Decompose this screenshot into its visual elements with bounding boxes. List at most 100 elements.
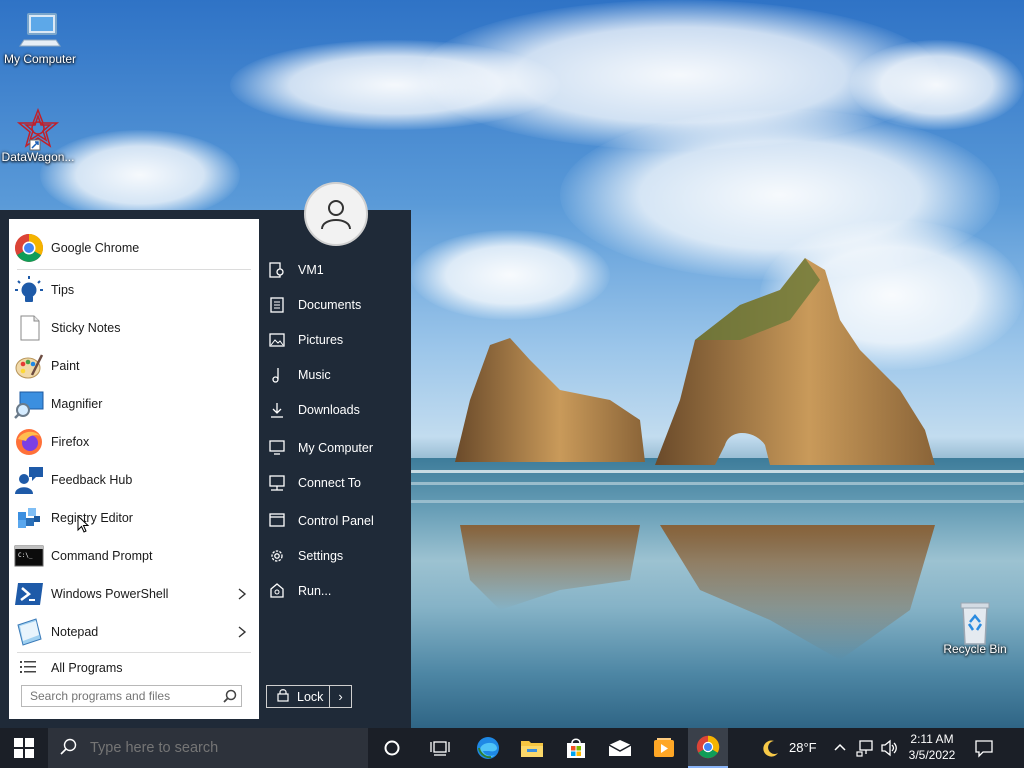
desktop-icon-label: DataWagon... — [1, 150, 75, 164]
run-icon — [268, 582, 286, 600]
search-icon[interactable] — [223, 689, 237, 706]
app-label: Windows PowerShell — [51, 587, 169, 601]
cortana-button[interactable] — [372, 728, 412, 768]
app-sticky-notes[interactable]: Sticky Notes — [9, 309, 259, 347]
document-icon — [268, 296, 286, 314]
app-label: Firefox — [51, 435, 90, 449]
mail-icon — [608, 740, 632, 756]
app-label: Sticky Notes — [51, 321, 121, 335]
clock-date: 3/5/2022 — [908, 748, 956, 762]
desktop-icon-datawagon[interactable]: DataWagon... — [0, 107, 78, 164]
place-label: My Computer — [298, 441, 374, 455]
notification-icon[interactable] — [974, 738, 994, 761]
store-button[interactable] — [556, 728, 596, 768]
picture-icon — [268, 331, 286, 349]
download-icon — [268, 401, 286, 419]
media-player-button[interactable] — [644, 728, 684, 768]
media-player-icon — [654, 738, 674, 757]
taskbar-search-input[interactable] — [90, 740, 360, 756]
feedback-hub-icon — [13, 464, 45, 496]
place-documents[interactable]: Documents — [268, 290, 408, 320]
chevron-right-icon[interactable] — [237, 587, 247, 603]
start-button[interactable] — [0, 728, 48, 768]
power-options-button[interactable]: › — [329, 685, 352, 708]
place-label: Pictures — [298, 333, 344, 347]
recycle-bin-icon — [953, 600, 997, 645]
app-feedback-hub[interactable]: Feedback Hub — [9, 461, 259, 499]
place-control-panel[interactable]: Control Panel — [268, 506, 408, 536]
place-label: Connect To — [298, 476, 362, 490]
weather-moon-icon[interactable] — [760, 738, 780, 761]
place-label: Run... — [298, 584, 332, 598]
file-explorer-icon — [521, 741, 543, 757]
start-search-box[interactable] — [21, 685, 242, 707]
place-label: Control Panel — [298, 514, 374, 528]
place-label: VM1 — [298, 263, 324, 277]
mouse-cursor-icon — [77, 515, 90, 533]
desktop-icon-my-computer[interactable]: My Computer — [0, 10, 80, 66]
app-tips[interactable]: Tips — [9, 271, 259, 309]
chrome-icon — [696, 735, 720, 759]
windows-logo-icon — [14, 738, 34, 758]
user-avatar[interactable] — [304, 182, 368, 246]
file-explorer-button[interactable] — [512, 728, 552, 768]
place-label: Documents — [298, 298, 362, 312]
paint-palette-icon — [13, 350, 45, 382]
registry-editor-icon — [13, 502, 45, 534]
app-paint[interactable]: Paint — [9, 347, 259, 385]
chrome-icon — [13, 232, 45, 264]
place-my-computer[interactable]: My Computer — [268, 433, 408, 463]
app-label: Tips — [51, 283, 75, 297]
desktop-icon-recycle-bin[interactable]: Recycle Bin — [935, 600, 1015, 656]
datawagon-icon — [16, 107, 60, 151]
app-label: Registry Editor — [51, 511, 133, 525]
place-connect-to[interactable]: Connect To — [268, 468, 408, 498]
computer-icon — [18, 10, 62, 50]
network-icon[interactable] — [856, 739, 874, 760]
gear-icon — [268, 547, 286, 565]
weather-temperature[interactable]: 28°F — [789, 740, 817, 755]
taskbar: 28°F 2:11 AM 3/5/2022 — [0, 728, 1024, 768]
music-note-icon — [268, 366, 286, 384]
app-firefox[interactable]: Firefox — [9, 423, 259, 461]
computer-icon — [268, 439, 286, 457]
edge-button[interactable] — [468, 728, 508, 768]
place-music[interactable]: Music — [268, 360, 408, 390]
powershell-icon — [13, 578, 45, 610]
place-downloads[interactable]: Downloads — [268, 395, 408, 425]
place-settings[interactable]: Settings — [268, 541, 408, 571]
app-magnifier[interactable]: Magnifier — [9, 385, 259, 423]
chevron-up-icon[interactable] — [834, 741, 846, 755]
edge-icon — [477, 737, 499, 759]
app-command-prompt[interactable]: C:\_ Command Prompt — [9, 537, 259, 575]
clock[interactable]: 2:11 AM 3/5/2022 — [904, 731, 960, 763]
place-run[interactable]: Run... — [268, 576, 408, 606]
lock-button[interactable]: Lock — [266, 685, 330, 708]
mail-button[interactable] — [600, 728, 640, 768]
start-menu-programs-pane: Google Chrome Tips Sticky Notes Paint Ma… — [9, 219, 259, 719]
app-registry-editor[interactable]: Registry Editor — [9, 499, 259, 537]
app-windows-powershell[interactable]: Windows PowerShell — [9, 575, 259, 613]
app-label: Google Chrome — [51, 241, 140, 255]
volume-icon[interactable] — [880, 739, 898, 760]
taskbar-search-box[interactable] — [48, 728, 368, 768]
app-label: Notepad — [51, 625, 99, 639]
user-icon — [321, 200, 351, 230]
place-label: Music — [298, 368, 331, 382]
place-label: Downloads — [298, 403, 360, 417]
app-notepad[interactable]: Notepad — [9, 613, 259, 651]
app-label: Command Prompt — [51, 549, 153, 563]
lock-icon — [277, 688, 289, 705]
all-programs-item[interactable]: All Programs — [9, 649, 259, 687]
place-vm1[interactable]: VM1 — [268, 255, 408, 285]
chrome-taskbar-button[interactable] — [688, 728, 728, 768]
store-icon — [567, 738, 585, 758]
start-search-input[interactable] — [30, 686, 220, 706]
chevron-right-icon[interactable] — [237, 625, 247, 641]
magnifier-icon — [13, 388, 45, 420]
app-label: Magnifier — [51, 397, 103, 411]
app-google-chrome[interactable]: Google Chrome — [9, 229, 259, 267]
place-label: Settings — [298, 549, 344, 563]
place-pictures[interactable]: Pictures — [268, 325, 408, 355]
task-view-button[interactable] — [420, 728, 460, 768]
